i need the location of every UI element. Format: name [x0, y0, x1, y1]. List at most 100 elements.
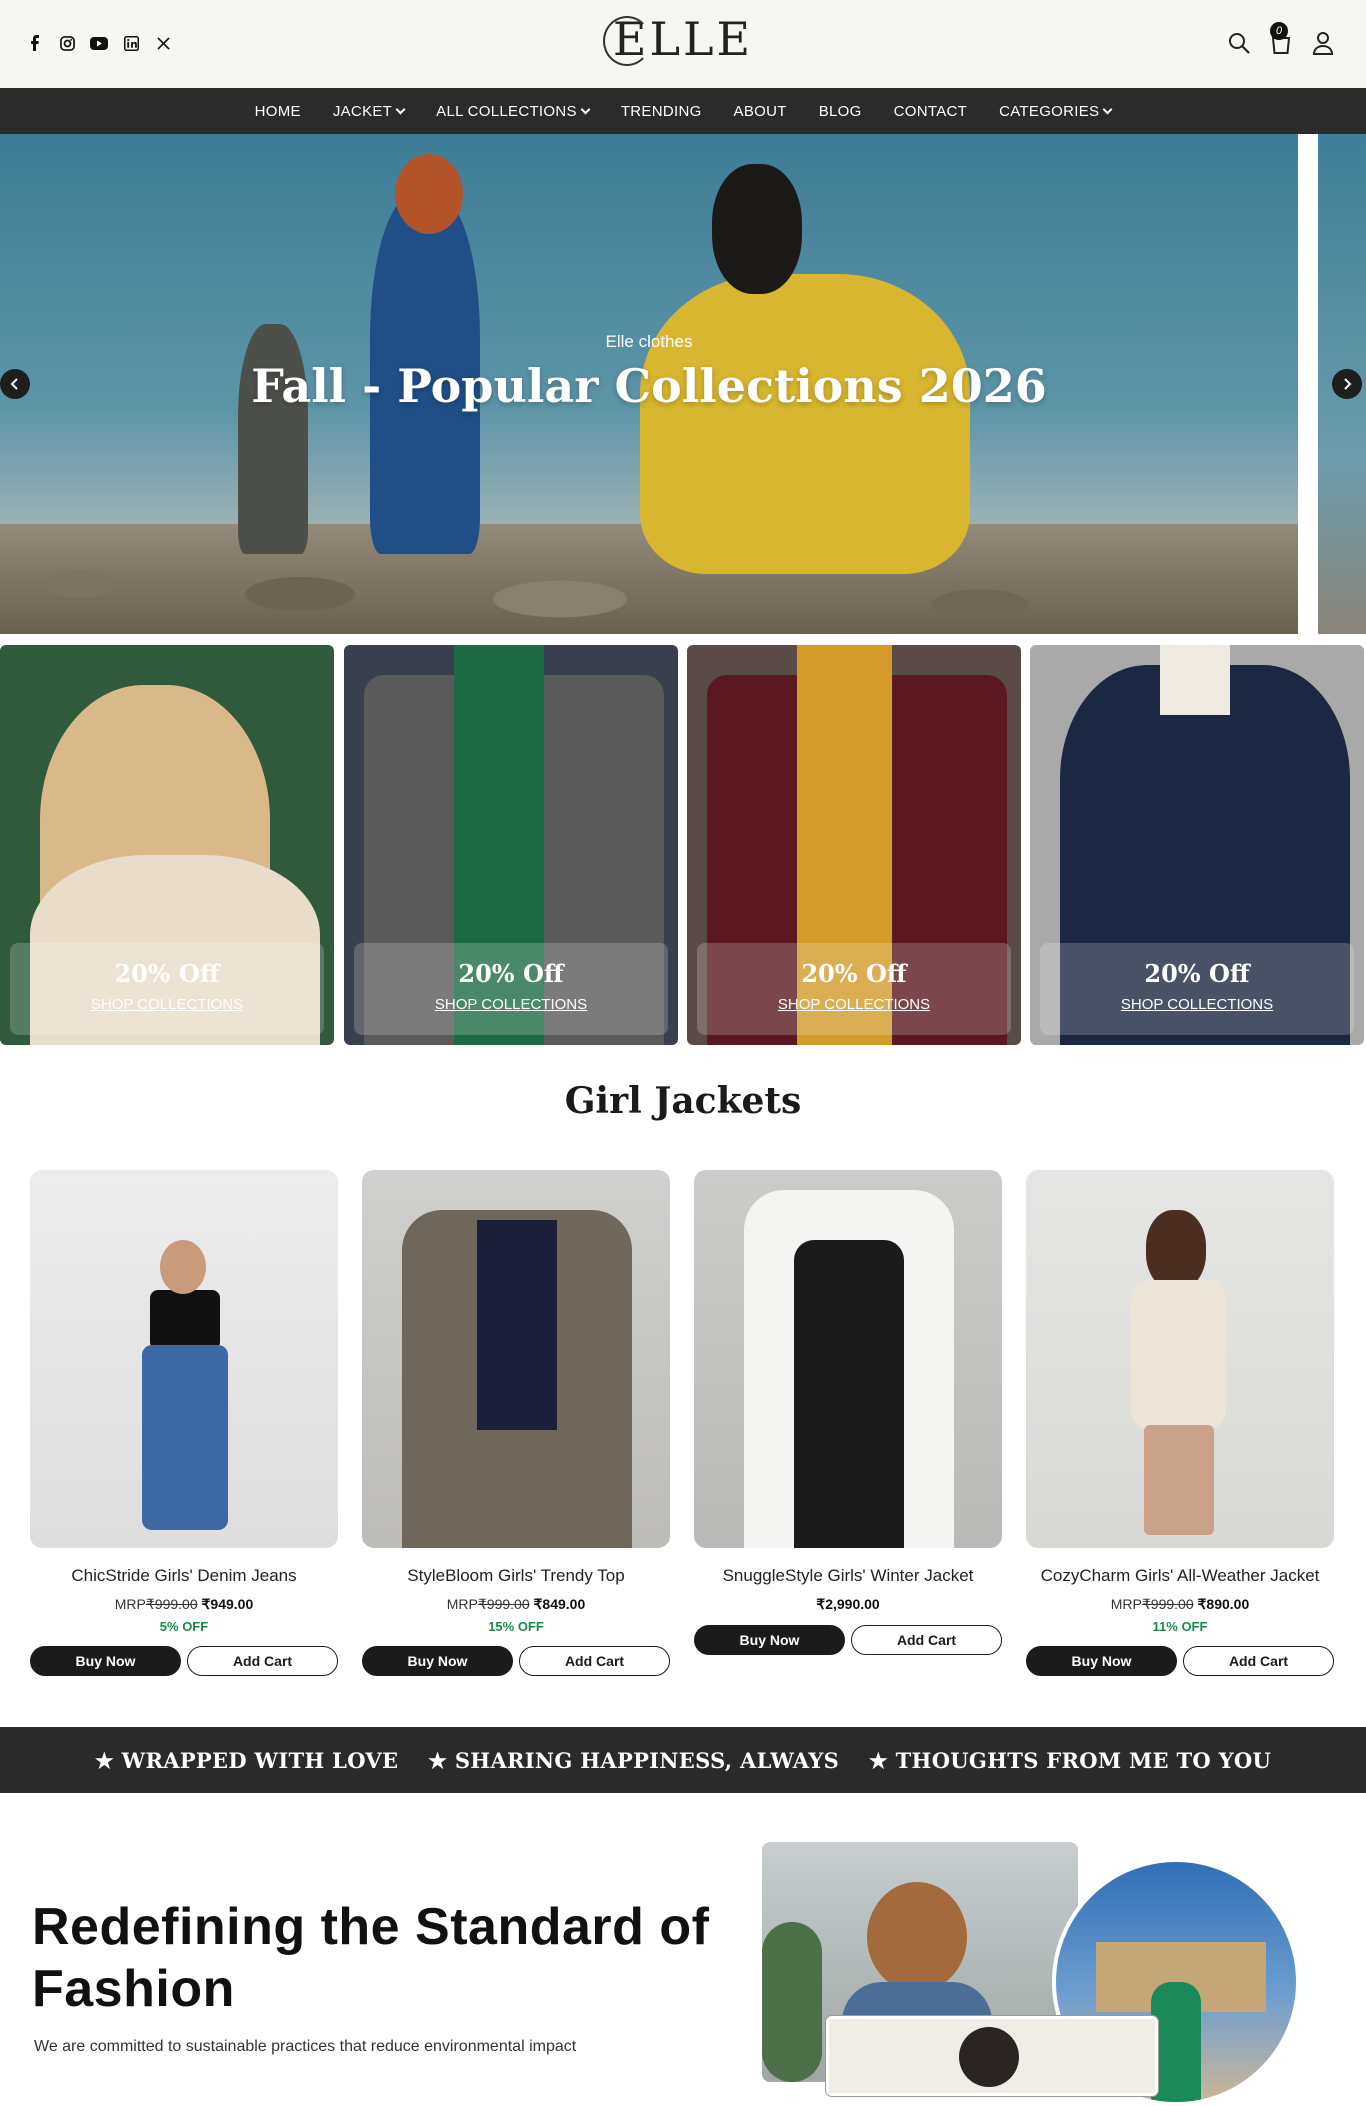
- product-card: CozyCharm Girls' All-Weather Jacket MRP₹…: [1026, 1170, 1334, 1676]
- product-figure-legs: [1144, 1425, 1214, 1535]
- promo-tile[interactable]: 20% Off SHOP COLLECTIONS: [0, 645, 334, 1045]
- promo-offer: 20% Off: [1144, 959, 1250, 988]
- promo-offer: 20% Off: [458, 959, 564, 988]
- product-name[interactable]: CozyCharm Girls' All-Weather Jacket: [1026, 1566, 1334, 1586]
- promo-tile[interactable]: 20% Off SHOP COLLECTIONS: [687, 645, 1021, 1045]
- nav-item-about[interactable]: ABOUT: [734, 103, 787, 120]
- mrp-label: MRP: [446, 1596, 478, 1612]
- product-actions: Buy Now Add Cart: [694, 1625, 1002, 1655]
- product-image[interactable]: [694, 1170, 1002, 1548]
- promo-badge: 20% Off SHOP COLLECTIONS: [354, 943, 668, 1035]
- product-card: StyleBloom Girls' Trendy Top MRP₹999.00 …: [362, 1170, 670, 1676]
- nav-label: BLOG: [818, 102, 862, 120]
- chevron-down-icon: [1102, 104, 1113, 114]
- chevron-right-icon[interactable]: [1332, 369, 1362, 399]
- chevron-down-icon: [395, 104, 406, 114]
- marquee-item: ★ WRAPPED WITH LOVE: [94, 1747, 399, 1773]
- product-price: MRP₹999.00 ₹949.00: [30, 1596, 338, 1613]
- product-grid: ChicStride Girls' Denim Jeans MRP₹999.00…: [0, 1170, 1366, 1690]
- product-actions: Buy Now Add Cart: [362, 1646, 670, 1676]
- chevron-left-icon[interactable]: [0, 369, 30, 399]
- promo-badge: 20% Off SHOP COLLECTIONS: [697, 943, 1011, 1035]
- product-price: MRP₹999.00 ₹890.00: [1026, 1596, 1334, 1613]
- slide-gap: [1298, 134, 1318, 634]
- shop-collections-link[interactable]: SHOP COLLECTIONS: [91, 996, 243, 1013]
- shop-collections-link[interactable]: SHOP COLLECTIONS: [778, 996, 930, 1013]
- buy-now-button[interactable]: Buy Now: [362, 1646, 513, 1676]
- about-plant: [762, 1922, 822, 2082]
- product-image[interactable]: [30, 1170, 338, 1548]
- site-logo[interactable]: ELLE: [0, 12, 1366, 66]
- product-figure-jacket: [1131, 1280, 1226, 1430]
- shop-collections-link[interactable]: SHOP COLLECTIONS: [1121, 996, 1273, 1013]
- product-image[interactable]: [1026, 1170, 1334, 1548]
- product-name[interactable]: SnuggleStyle Girls' Winter Jacket: [694, 1566, 1002, 1586]
- nav-item-categories[interactable]: CATEGORIES: [999, 102, 1113, 120]
- product-name[interactable]: StyleBloom Girls' Trendy Top: [362, 1566, 670, 1586]
- header-actions: 0: [1226, 22, 1336, 56]
- sale-price: ₹2,990.00: [816, 1596, 880, 1612]
- mrp-label: MRP: [1110, 1596, 1142, 1612]
- nav-label: TRENDING: [620, 102, 702, 120]
- mrp-value: ₹999.00: [1141, 1596, 1194, 1612]
- buy-now-button[interactable]: Buy Now: [1026, 1646, 1177, 1676]
- about-person-hair: [867, 1882, 967, 1992]
- product-actions: Buy Now Add Cart: [1026, 1646, 1334, 1676]
- chevron-down-icon: [580, 104, 591, 114]
- logo-text: ELLE: [602, 12, 759, 66]
- shop-collections-link[interactable]: SHOP COLLECTIONS: [435, 996, 587, 1013]
- nav-label: HOME: [254, 102, 301, 120]
- product-card: ChicStride Girls' Denim Jeans MRP₹999.00…: [30, 1170, 338, 1676]
- nav-item-home[interactable]: HOME: [255, 103, 301, 120]
- about-person-head: [959, 2027, 1019, 2087]
- cart-icon[interactable]: 0: [1268, 22, 1294, 56]
- hero-model-hair: [712, 164, 802, 294]
- discount-label: 11% OFF: [1152, 1619, 1208, 1634]
- promo-tiles: 20% Off SHOP COLLECTIONS 20% Off SHOP CO…: [0, 645, 1366, 1045]
- section-title: Girl Jackets: [564, 1080, 802, 1122]
- add-cart-button[interactable]: Add Cart: [187, 1646, 338, 1676]
- buy-now-button[interactable]: Buy Now: [694, 1625, 845, 1655]
- product-image[interactable]: [362, 1170, 670, 1548]
- product-figure-head: [160, 1240, 206, 1294]
- product-card: SnuggleStyle Girls' Winter Jacket ₹2,990…: [694, 1170, 1002, 1655]
- nav-item-contact[interactable]: CONTACT: [894, 103, 967, 120]
- product-name[interactable]: ChicStride Girls' Denim Jeans: [30, 1566, 338, 1586]
- nav-item-jacket[interactable]: JACKET: [332, 102, 406, 120]
- buy-now-button[interactable]: Buy Now: [30, 1646, 181, 1676]
- mrp-value: ₹999.00: [145, 1596, 198, 1612]
- nav-item-all-collections[interactable]: ALL COLLECTIONS: [436, 103, 591, 120]
- add-cart-button[interactable]: Add Cart: [851, 1625, 1002, 1655]
- promo-offer: 20% Off: [801, 959, 907, 988]
- promo-tile[interactable]: 20% Off SHOP COLLECTIONS: [1030, 645, 1364, 1045]
- cart-count-badge: 0: [1270, 22, 1288, 40]
- marquee-banner: ★ WRAPPED WITH LOVE ★ SHARING HAPPINESS,…: [0, 1727, 1366, 1793]
- nav-item-blog[interactable]: BLOG: [819, 103, 862, 120]
- nav-item-trending[interactable]: TRENDING: [621, 103, 702, 120]
- promo-badge: 20% Off SHOP COLLECTIONS: [10, 943, 324, 1035]
- add-cart-button[interactable]: Add Cart: [519, 1646, 670, 1676]
- promo-tile[interactable]: 20% Off SHOP COLLECTIONS: [344, 645, 678, 1045]
- discount-label: 15% OFF: [488, 1619, 544, 1634]
- hero-slide-image: Elle clothes Fall - Popular Collections …: [0, 134, 1298, 634]
- mrp-value: ₹999.00: [477, 1596, 530, 1612]
- nav-label: CATEGORIES: [999, 102, 1100, 120]
- about-image-overlay: [826, 2016, 1158, 2096]
- add-cart-button[interactable]: Add Cart: [1183, 1646, 1334, 1676]
- discount-label: 5% OFF: [159, 1619, 209, 1634]
- search-icon[interactable]: [1226, 30, 1252, 56]
- product-actions: Buy Now Add Cart: [30, 1646, 338, 1676]
- main-nav: HOME JACKET ALL COLLECTIONS TRENDING ABO…: [0, 88, 1366, 134]
- top-header: ELLE 0: [0, 0, 1366, 88]
- nav-label: JACKET: [332, 102, 393, 120]
- product-figure-top: [477, 1220, 557, 1430]
- user-icon[interactable]: [1310, 30, 1336, 56]
- about-figure-dress: [1151, 1982, 1201, 2102]
- promo-offer: 20% Off: [114, 959, 220, 988]
- product-figure-jeans: [142, 1345, 228, 1530]
- product-figure-hair: [1146, 1210, 1206, 1290]
- hero-slider: Elle clothes Fall - Popular Collections …: [0, 134, 1366, 634]
- hero-kicker: Elle clothes: [605, 332, 693, 351]
- about-title: Redefining the Standard of Fashion: [32, 1898, 710, 2018]
- about-text: We are committed to sustainable practice…: [34, 2038, 577, 2055]
